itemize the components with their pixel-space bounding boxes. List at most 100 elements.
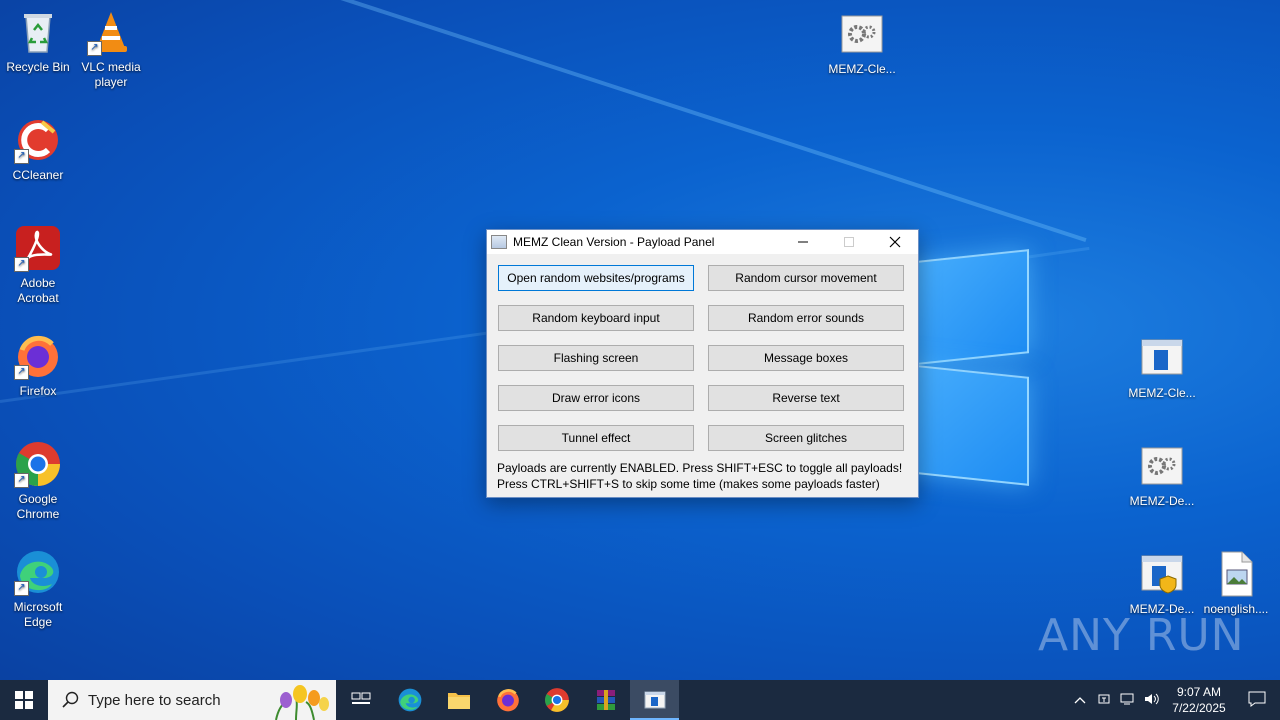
taskbar-firefox-button[interactable] (483, 680, 532, 720)
acrobat-icon: ↗ (14, 224, 62, 272)
search-placeholder: Type here to search (88, 691, 221, 709)
payload-button-message-boxes[interactable]: Message boxes (708, 345, 904, 371)
winrar-icon (596, 690, 615, 710)
desktop-icon-memz-clean-config[interactable]: MEMZ-Cle... (824, 10, 900, 77)
firefox-icon (496, 689, 519, 712)
folder-icon (447, 693, 470, 709)
desktop-icon-ccleaner[interactable]: ↗ CCleaner (0, 116, 76, 183)
settings-file-icon (838, 10, 886, 58)
status-line-enabled: Payloads are currently ENABLED. Press SH… (497, 461, 903, 475)
desktop-icon-label: Firefox (19, 384, 57, 398)
payload-button-reverse-text[interactable]: Reverse text (708, 385, 904, 411)
settings-file-icon (1138, 442, 1186, 490)
firefox-icon: ↗ (14, 332, 62, 380)
maximize-button (826, 230, 872, 254)
notification-center-button[interactable] (1234, 691, 1280, 710)
usb-device-icon (1098, 694, 1110, 703)
desktop-icon-noenglish-file[interactable]: noenglish.... (1198, 550, 1274, 617)
desktop-icon-firefox[interactable]: ↗ Firefox (0, 332, 76, 399)
chrome-icon (544, 688, 569, 712)
taskbar-memz-button[interactable] (630, 680, 679, 720)
edge-icon (398, 688, 421, 712)
shortcut-arrow-icon: ↗ (14, 149, 29, 164)
watermark-logo: ANY RUN (1038, 610, 1245, 661)
system-tray: 9:07 AM 7/22/2025 (1068, 680, 1280, 720)
desktop-icon-label: CCleaner (12, 168, 64, 182)
shortcut-arrow-icon: ↗ (14, 473, 29, 488)
desktop-icon-vlc[interactable]: ↗ VLC media player (73, 8, 149, 90)
desktop-icon-label: Google Chrome (16, 492, 60, 521)
close-icon (889, 236, 901, 248)
maximize-icon (844, 237, 854, 247)
desktop-icon-recycle-bin[interactable]: Recycle Bin (0, 8, 76, 75)
taskbar-search-box[interactable]: Type here to search (48, 680, 336, 720)
close-button[interactable] (872, 230, 918, 254)
taskbar: Type here to search 9:07 AM 7/22/2025 (0, 680, 1280, 720)
search-icon (62, 691, 79, 708)
shortcut-arrow-icon: ↗ (14, 365, 29, 380)
vlc-icon: ↗ (87, 8, 135, 56)
volume-button[interactable] (1140, 692, 1164, 709)
windows-logo-icon (15, 691, 33, 709)
network-icon (1120, 693, 1134, 704)
shortcut-arrow-icon: ↗ (14, 581, 29, 596)
taskbar-chrome-button[interactable] (532, 680, 581, 720)
volume-icon (1145, 693, 1159, 704)
payload-button-screen-glitches[interactable]: Screen glitches (708, 425, 904, 451)
task-view-button[interactable] (336, 680, 385, 720)
payload-button-draw-error-icons[interactable]: Draw error icons (498, 385, 694, 411)
window-title: MEMZ Clean Version - Payload Panel (513, 235, 715, 249)
start-button[interactable] (0, 680, 48, 720)
payload-button-open-random-websites[interactable]: Open random websites/programs (498, 265, 694, 291)
desktop-icon-label: MEMZ-De... (1129, 494, 1195, 508)
network-button[interactable] (1116, 692, 1140, 709)
edge-icon: ↗ (14, 548, 62, 596)
desktop-icon-label: Recycle Bin (6, 60, 70, 74)
chrome-icon: ↗ (14, 440, 62, 488)
desktop-icon-label: MEMZ-Cle... (1128, 386, 1196, 400)
app-window-icon (1138, 334, 1186, 382)
wallpaper-beam (229, 0, 1087, 243)
image-file-icon (1212, 550, 1260, 598)
desktop-icon-memz-clean-exe[interactable]: MEMZ-Cle... (1124, 334, 1200, 401)
desktop-icon-label: VLC media player (81, 60, 141, 89)
minimize-button[interactable] (780, 230, 826, 254)
memz-payload-panel-window: MEMZ Clean Version - Payload Panel Open … (486, 229, 919, 498)
desktop-icon-label: Adobe Acrobat (17, 276, 59, 305)
task-view-icon (351, 692, 370, 704)
minimize-icon (798, 241, 808, 243)
recycle-bin-icon (14, 8, 62, 56)
taskbar-winrar-button[interactable] (581, 680, 630, 720)
ccleaner-icon: ↗ (14, 116, 62, 164)
payload-button-random-cursor-movement[interactable]: Random cursor movement (708, 265, 904, 291)
desktop-icon-microsoft-edge[interactable]: ↗ Microsoft Edge (0, 548, 76, 630)
desktop-icon-label: Microsoft Edge (13, 600, 63, 629)
status-line-skip-time: Press CTRL+SHIFT+S to skip some time (ma… (497, 477, 880, 491)
payload-button-tunnel-effect[interactable]: Tunnel effect (498, 425, 694, 451)
show-hidden-icons-button[interactable] (1068, 693, 1092, 707)
app-window-icon (644, 691, 665, 709)
chevron-up-icon (1074, 697, 1086, 704)
desktop-icon-memz-destructive-exe[interactable]: MEMZ-De... (1124, 550, 1200, 617)
payload-button-random-keyboard-input[interactable]: Random keyboard input (498, 305, 694, 331)
taskbar-file-explorer-button[interactable] (434, 680, 483, 720)
desktop-icon-memz-destructive-config[interactable]: MEMZ-De... (1124, 442, 1200, 509)
taskbar-edge-button[interactable] (385, 680, 434, 720)
desktop-icon-adobe-acrobat[interactable]: ↗ Adobe Acrobat (0, 224, 76, 306)
status-text: Payloads are currently ENABLED. Press SH… (497, 460, 902, 492)
tray-app-button[interactable] (1092, 692, 1116, 709)
shortcut-arrow-icon: ↗ (87, 41, 102, 56)
clock-button[interactable]: 9:07 AM 7/22/2025 (1164, 684, 1234, 716)
tulips-decoration-icon (275, 685, 329, 720)
clock-time: 9:07 AM (1176, 685, 1222, 699)
window-titlebar[interactable]: MEMZ Clean Version - Payload Panel (487, 230, 918, 254)
payload-button-random-error-sounds[interactable]: Random error sounds (708, 305, 904, 331)
clock-date: 7/22/2025 (1172, 701, 1226, 715)
payload-button-flashing-screen[interactable]: Flashing screen (498, 345, 694, 371)
shield-app-icon (1138, 550, 1186, 598)
notification-icon (1248, 691, 1266, 707)
app-icon (491, 235, 507, 249)
desktop-icon-google-chrome[interactable]: ↗ Google Chrome (0, 440, 76, 522)
shortcut-arrow-icon: ↗ (14, 257, 29, 272)
desktop-icon-label: MEMZ-Cle... (828, 62, 896, 76)
